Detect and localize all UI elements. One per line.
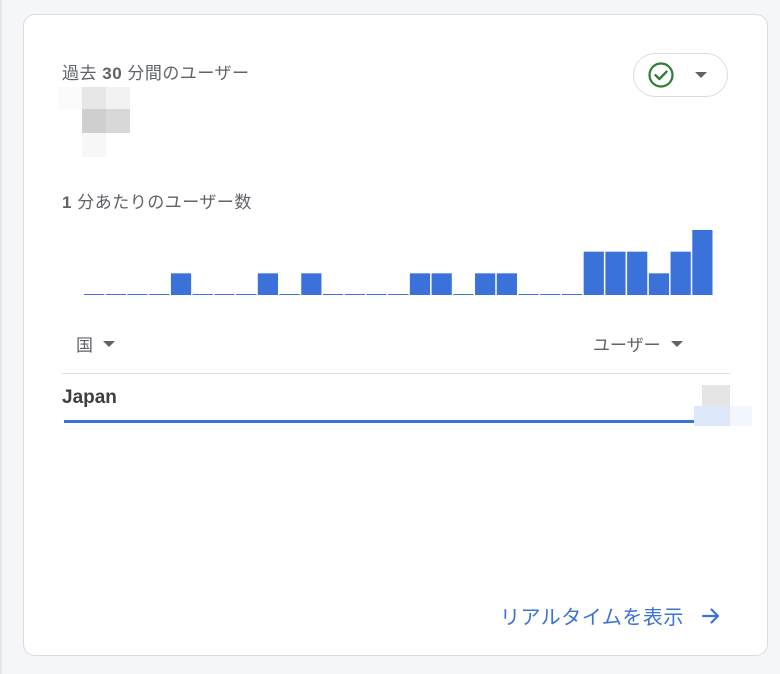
chevron-down-icon: [670, 340, 683, 347]
chart-bar: [149, 294, 170, 295]
country-column-header[interactable]: 国: [76, 331, 115, 356]
chart-bar: [670, 251, 691, 295]
chart-bar: [648, 273, 670, 295]
users-column-header[interactable]: ユーザー: [593, 331, 683, 356]
chart-subtitle: 1 分あたりのユーザー数: [62, 193, 252, 212]
chart-bar: [214, 294, 235, 295]
chart-bar: [605, 251, 626, 295]
chart-bar: [518, 294, 539, 295]
chart-bar: [236, 294, 257, 295]
card-title: 過去 30 分間のユーザー: [62, 64, 250, 83]
chart-bar: [627, 251, 648, 295]
chart-bar: [388, 294, 409, 295]
table-divider: [62, 373, 730, 374]
chart-bar: [301, 273, 322, 295]
chevron-down-icon: [103, 340, 115, 347]
chart-bar: [257, 273, 279, 295]
chart-bar: [692, 230, 713, 295]
chart-bar: [192, 294, 213, 295]
check-circle-icon: [648, 62, 674, 88]
chart-bar: [366, 294, 387, 295]
chart-bar: [496, 273, 517, 295]
chart-bar: [279, 294, 300, 295]
arrow-right-icon: [701, 607, 720, 624]
chevron-down-icon: [695, 72, 707, 78]
chart-bar: [322, 294, 344, 295]
realtime-users-card: 過去 30 分間のユーザー 1 分あたりのユーザー数 国 ユーザー Japan: [23, 14, 768, 656]
left-panel-edge: [0, 0, 2, 674]
chart-bar: [453, 294, 474, 295]
chart-bar: [105, 294, 126, 295]
chart-bar: [84, 294, 105, 295]
chart-bar: [170, 273, 192, 295]
chart-bar: [127, 294, 148, 295]
chart-bar: [583, 251, 604, 295]
chart-bar: [540, 294, 561, 295]
users-per-minute-chart: [84, 230, 713, 295]
view-realtime-link[interactable]: リアルタイムを表示: [500, 601, 722, 630]
chart-bar: [475, 273, 496, 295]
country-name: Japan: [62, 387, 117, 408]
chart-bar: [431, 273, 452, 295]
country-share-bar: [64, 420, 694, 423]
status-dropdown-button[interactable]: [633, 53, 728, 97]
chart-bar: [409, 273, 431, 295]
chart-bar: [561, 294, 583, 295]
chart-bar: [344, 294, 365, 295]
